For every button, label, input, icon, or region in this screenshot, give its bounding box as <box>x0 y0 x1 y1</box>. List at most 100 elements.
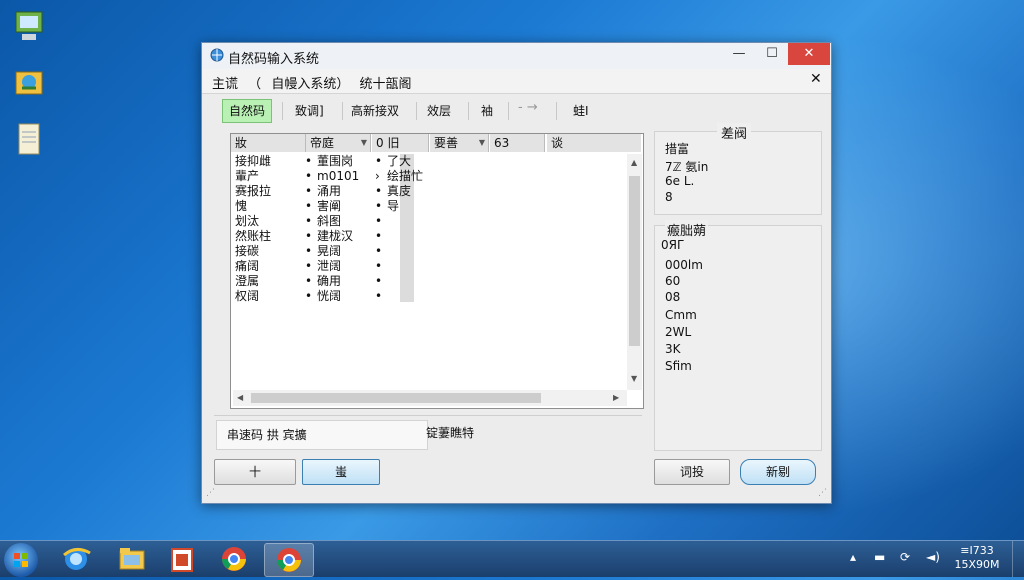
vertical-scrollbar[interactable]: ▲ ▼ <box>627 154 642 390</box>
group-line: 000lm <box>665 258 703 272</box>
tab-effect[interactable]: 效层 <box>420 99 458 123</box>
app-globe-icon <box>210 48 224 65</box>
column-header[interactable]: 0 旧 <box>372 134 429 152</box>
group-line: Cmm <box>665 308 697 322</box>
ie-icon[interactable] <box>52 543 100 575</box>
new-button[interactable]: 新剔 <box>740 459 816 485</box>
toolbar-divider <box>556 102 557 120</box>
tray-network-icon[interactable]: ⟳ <box>900 550 910 564</box>
bullet: • <box>375 229 383 243</box>
office-icon[interactable] <box>158 543 206 575</box>
confirm-button[interactable]: 蚩 <box>302 459 380 485</box>
bullet: • <box>375 214 383 228</box>
breadcrumb-item-2[interactable]: 自幔入系统） <box>271 77 349 92</box>
dropdown-arrow-icon: ▼ <box>478 138 485 147</box>
scroll-left-icon[interactable]: ◀ <box>237 393 243 402</box>
cell-extra: 绘描忙 <box>387 169 424 183</box>
cell-code: 斜图 <box>317 214 342 228</box>
group-line: 08 <box>665 290 681 304</box>
tab-tuning[interactable]: 致调] <box>288 99 331 123</box>
close-button[interactable]: ✕ <box>788 43 830 65</box>
bullet: • <box>305 214 313 228</box>
minimize-button[interactable]: — <box>722 43 756 65</box>
clock[interactable]: ≡I733 15X90M <box>952 544 1002 572</box>
bullet: • <box>305 274 313 288</box>
cell-name: 权阔 <box>235 289 260 303</box>
panel-close-icon[interactable]: ✕ <box>810 71 822 87</box>
apply-button[interactable]: 词投 <box>654 459 730 485</box>
cell-code: 董围岗 <box>317 154 354 168</box>
dropdown-arrow-icon: ▼ <box>360 138 367 147</box>
bullet: › <box>375 169 380 183</box>
breadcrumb: 主谎 （ 自幔入系统） 统十瓿阁 ✕ <box>202 69 831 94</box>
show-desktop-button[interactable] <box>1012 541 1024 577</box>
status-input[interactable]: 串速码 拱 宾擴 <box>216 420 428 450</box>
group-line: 0ЯГ <box>661 238 685 252</box>
scroll-up-icon[interactable]: ▲ <box>631 158 637 167</box>
bullet: • <box>375 244 383 258</box>
status-text: 锭萋瞧特 <box>426 426 475 440</box>
horizontal-scrollbar[interactable]: ◀ ▶ <box>233 390 627 406</box>
resize-grip-icon[interactable]: ⋰ <box>818 488 827 498</box>
breadcrumb-item-1: （ <box>248 77 262 92</box>
scroll-down-icon[interactable]: ▼ <box>631 374 637 383</box>
column-header-label: 谈 <box>551 136 564 150</box>
toolbar-divider <box>508 102 509 120</box>
toolbar-divider <box>416 102 417 120</box>
bullet: • <box>375 154 383 168</box>
column-header-label: 妝 <box>235 136 248 150</box>
group-line: 措富 <box>665 142 690 156</box>
cell-extra: 真庋 <box>387 184 412 198</box>
bullet: • <box>375 274 383 288</box>
toolbar-divider <box>342 102 343 120</box>
bullet: • <box>375 199 383 213</box>
chrome-icon[interactable] <box>264 543 314 577</box>
column-header[interactable]: 要善 ▼ <box>430 134 489 152</box>
add-button[interactable]: 十 <box>214 459 296 485</box>
taskbar: ▴ ▬ ⟳ ◄) ≡I733 15X90M <box>0 540 1024 577</box>
tray-expand-icon[interactable]: ▴ <box>850 550 856 564</box>
horizontal-scroll-thumb[interactable] <box>251 393 541 403</box>
vertical-scroll-thumb[interactable] <box>629 176 640 346</box>
breadcrumb-item-0[interactable]: 主谎 <box>212 77 238 92</box>
scroll-right-icon[interactable]: ▶ <box>613 393 619 402</box>
tab-frog[interactable]: 蛙I <box>566 99 596 123</box>
resize-grip-icon[interactable]: ⋰ <box>206 488 215 498</box>
cell-name: 輩产 <box>235 169 260 183</box>
tab-ziranma[interactable]: 自然码 <box>222 99 273 123</box>
network-icon[interactable] <box>12 66 46 102</box>
bullet: • <box>305 199 313 213</box>
column-header[interactable]: 妝 <box>231 134 306 152</box>
column-header[interactable]: 谈 <box>547 134 641 152</box>
code-list[interactable]: 妝 帝庭 ▼ 0 旧 要善 ▼ 63 谈 接抑雌 • 董围岗 • 了大 輩产 • m0101 › 绘… <box>230 133 644 409</box>
title-bar[interactable]: 自然码输入系统 — ☐ ✕ <box>202 43 831 69</box>
bullet: • <box>305 244 313 258</box>
tab-new-double[interactable]: 高新接双 <box>344 99 406 123</box>
computer-icon[interactable] <box>12 8 46 44</box>
status-bar: 串速码 拱 宾擴 锭萋瞧特 <box>214 415 642 450</box>
start-button[interactable] <box>4 543 38 577</box>
folder-icon[interactable] <box>108 543 156 575</box>
chrome-icon[interactable] <box>210 543 258 575</box>
cell-code: m0101 <box>317 169 360 183</box>
document-icon[interactable] <box>12 122 46 158</box>
group-line: 7ℤ 氨in <box>665 160 709 174</box>
window-title: 自然码输入系统 <box>228 52 320 67</box>
group-title: 差阀 <box>717 123 752 142</box>
bullet: • <box>375 289 383 303</box>
cell-name: 痛阔 <box>235 259 260 273</box>
bullet: • <box>305 229 313 243</box>
column-header[interactable]: 63 <box>490 134 545 152</box>
clock-date: 15X90M <box>954 558 1000 571</box>
cell-code: 涌用 <box>317 184 342 198</box>
column-header[interactable]: 帝庭 ▼ <box>306 134 371 152</box>
breadcrumb-item-3[interactable]: 统十瓿阁 <box>359 77 411 92</box>
tray-volume-icon[interactable]: ◄) <box>926 550 940 564</box>
cell-name: 接抑雌 <box>235 154 272 168</box>
tray-flag-icon[interactable]: ▬ <box>874 550 885 564</box>
info-group: 瘢朏蒴 0ЯГ 000lm 60 08 Cmm 2WL 3K Sfim <box>654 220 822 451</box>
clock-time: ≡I733 <box>960 544 994 557</box>
maximize-button[interactable]: ☐ <box>755 43 789 65</box>
bullet: • <box>305 259 313 273</box>
tab-sleeve[interactable]: 袖 <box>474 99 500 123</box>
